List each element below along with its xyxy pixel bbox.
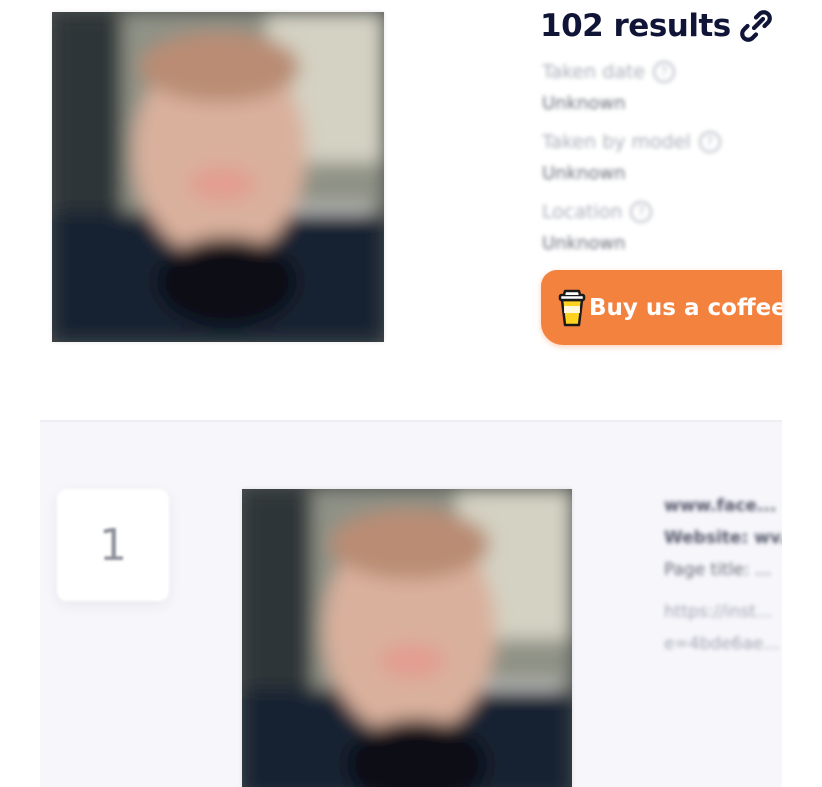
result-page-title: Page title: ... bbox=[664, 560, 772, 580]
info-icon[interactable]: ? bbox=[653, 61, 676, 83]
query-summary-card: 102 results Taken date ? Unknown Taken b… bbox=[0, 0, 782, 390]
result-rank: 1 bbox=[57, 489, 169, 601]
photo-metadata: Taken date ? Unknown Taken by model ? Un… bbox=[542, 56, 782, 266]
result-url-continued[interactable]: e=4bde6ae... bbox=[664, 628, 782, 660]
meta-location-label: Location ? bbox=[542, 196, 782, 228]
result-photo[interactable] bbox=[242, 489, 572, 787]
link-icon[interactable] bbox=[739, 9, 773, 43]
query-photo bbox=[52, 12, 384, 342]
info-icon[interactable]: ? bbox=[698, 131, 721, 153]
result-list: 1 www.face... Website: wv Page title: ..… bbox=[40, 420, 782, 787]
info-icon[interactable]: ? bbox=[630, 201, 653, 223]
meta-taken-date-label: Taken date ? bbox=[542, 56, 782, 88]
result-url[interactable]: https://inst... bbox=[664, 596, 782, 628]
result-details: www.face... Website: wv... Page title: .… bbox=[664, 490, 782, 660]
buy-us-a-coffee-button[interactable]: Buy us a coffee bbox=[541, 270, 782, 345]
result-item[interactable]: 1 www.face... Website: wv Page title: ..… bbox=[40, 422, 782, 787]
meta-label-text: Location bbox=[542, 201, 623, 223]
meta-taken-by-model-value: Unknown bbox=[542, 163, 626, 184]
buy-us-a-coffee-label: Buy us a coffee bbox=[589, 294, 782, 321]
result-website: Website: wv... bbox=[664, 528, 782, 548]
coffee-cup-icon bbox=[557, 289, 587, 327]
result-rank-number: 1 bbox=[99, 519, 127, 571]
results-count: 102 results bbox=[540, 8, 731, 44]
query-photo-image bbox=[52, 12, 384, 342]
results-header: 102 results bbox=[540, 4, 773, 48]
meta-location-value: Unknown bbox=[542, 233, 626, 254]
meta-taken-by-model-label: Taken by model ? bbox=[542, 126, 782, 158]
search-results-page: 102 results Taken date ? Unknown Taken b… bbox=[0, 0, 822, 787]
meta-taken-date-value: Unknown bbox=[542, 93, 626, 114]
meta-label-text: Taken date bbox=[542, 61, 646, 83]
result-source-name: www.face... bbox=[664, 496, 777, 516]
result-photo-image bbox=[242, 489, 572, 787]
meta-label-text: Taken by model bbox=[542, 131, 691, 153]
